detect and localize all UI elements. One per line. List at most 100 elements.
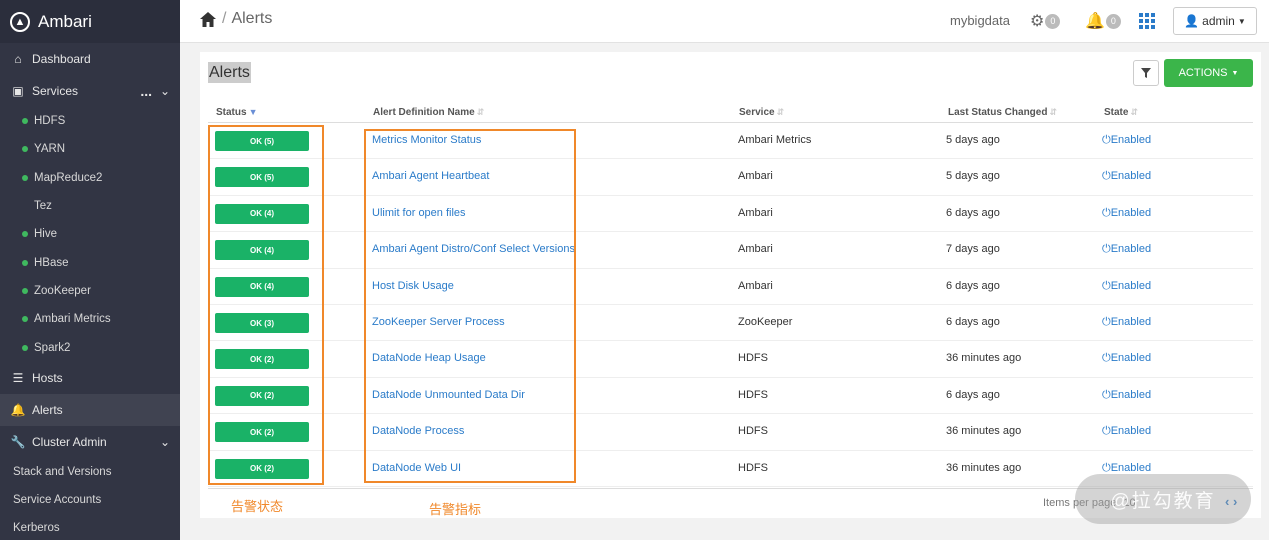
service-cell: Ambari Metrics bbox=[738, 134, 812, 146]
sidebar-item-stack-versions[interactable]: Stack and Versions bbox=[0, 458, 180, 486]
power-icon: ⏻ bbox=[1102, 279, 1111, 292]
column-header-changed[interactable]: Last Status Changed ⇵ bbox=[948, 107, 1057, 118]
service-cell: HDFS bbox=[738, 388, 768, 401]
power-icon: ⏻ bbox=[1102, 352, 1111, 365]
more-icon[interactable]: ... bbox=[140, 83, 152, 99]
status-dot-icon bbox=[22, 259, 28, 266]
state-toggle[interactable]: ⏻Enabled bbox=[1102, 389, 1151, 402]
sidebar-item-alerts[interactable]: 🔔 Alerts bbox=[0, 393, 180, 426]
filter-button[interactable] bbox=[1133, 60, 1159, 86]
server-icon: ☰ bbox=[12, 370, 24, 385]
column-header-state[interactable]: State ⇵ bbox=[1104, 107, 1138, 118]
sidebar-service-label: HDFS bbox=[34, 115, 66, 128]
state-toggle[interactable]: ⏻Enabled bbox=[1102, 425, 1151, 438]
alerts-count-badge: 0 bbox=[1105, 14, 1121, 30]
sidebar-service-mapreduce2[interactable]: MapReduce2 bbox=[0, 164, 180, 192]
service-cell: HDFS bbox=[738, 352, 768, 365]
sidebar-service-label: Spark2 bbox=[34, 341, 71, 354]
sidebar-item-kerberos[interactable]: Kerberos bbox=[0, 514, 180, 540]
last-changed-cell: 6 days ago bbox=[946, 316, 1000, 328]
panel-title: Alerts bbox=[208, 62, 251, 83]
actions-button[interactable]: ACTIONS ▼ bbox=[1164, 59, 1253, 87]
brand[interactable]: ▲ Ambari bbox=[0, 0, 180, 43]
state-toggle[interactable]: ⏻Enabled bbox=[1102, 243, 1151, 256]
column-header-label: Service bbox=[739, 107, 775, 118]
breadcrumb: / Alerts bbox=[200, 10, 272, 28]
briefcase-icon: ▣ bbox=[12, 84, 24, 98]
chevron-down-icon[interactable]: ⌄ bbox=[160, 435, 170, 449]
status-dot-icon bbox=[22, 146, 28, 153]
home-icon[interactable] bbox=[200, 11, 216, 27]
apps-grid-icon[interactable] bbox=[1139, 13, 1155, 29]
bell-icon: 🔔 bbox=[1085, 13, 1105, 30]
last-changed-cell: 5 days ago bbox=[946, 170, 1000, 183]
last-changed-cell: 7 days ago bbox=[946, 243, 1000, 256]
cluster-name: mybigdata bbox=[950, 13, 1010, 28]
state-toggle[interactable]: ⏻Enabled bbox=[1102, 280, 1151, 293]
last-changed-cell: 36 minutes ago bbox=[946, 461, 1022, 474]
user-name: admin bbox=[1202, 14, 1235, 28]
chevron-down-icon[interactable]: ⌄ bbox=[160, 84, 170, 98]
last-changed-cell: 6 days ago bbox=[946, 388, 1000, 401]
state-toggle[interactable]: ⏻Enabled bbox=[1102, 462, 1151, 475]
status-annotation-box bbox=[208, 125, 324, 485]
sidebar-item-services[interactable]: ▣ Services ... ⌄ bbox=[0, 75, 180, 107]
sidebar-service-yarn[interactable]: YARN bbox=[0, 135, 180, 163]
sidebar-item-label: Kerberos bbox=[13, 521, 60, 534]
status-dot-icon bbox=[22, 118, 28, 125]
topbar: / Alerts mybigdata ⚙ 0 🔔 0 👤 admin ▼ bbox=[180, 0, 1269, 43]
sidebar-service-hive[interactable]: Hive bbox=[0, 220, 180, 248]
service-cell: Ambari bbox=[738, 170, 773, 183]
sidebar-service-tez[interactable]: Tez bbox=[0, 192, 180, 220]
gear-icon: ⚙ bbox=[1030, 13, 1045, 30]
caret-down-icon: ▼ bbox=[1231, 69, 1239, 77]
sort-icon: ⇵ bbox=[476, 107, 485, 117]
sidebar-service-ambari-metrics[interactable]: Ambari Metrics bbox=[0, 305, 180, 333]
state-label: Enabled bbox=[1110, 243, 1152, 256]
sort-icon: ⇵ bbox=[776, 107, 785, 117]
sidebar-service-label: HBase bbox=[34, 256, 69, 269]
state-toggle[interactable]: ⏻Enabled bbox=[1102, 170, 1151, 183]
column-header-service[interactable]: Service ⇵ bbox=[739, 107, 784, 118]
definition-annotation-label: 告警指标 bbox=[429, 502, 482, 517]
sidebar-item-cluster-admin[interactable]: 🔧 Cluster Admin ⌄ bbox=[0, 426, 180, 458]
state-label: Enabled bbox=[1110, 352, 1152, 365]
status-dot-icon bbox=[22, 231, 28, 238]
ops-count-badge: 0 bbox=[1045, 14, 1061, 30]
state-toggle[interactable]: ⏻Enabled bbox=[1102, 207, 1151, 220]
sidebar-item-dashboard[interactable]: ⌂ Dashboard bbox=[0, 43, 180, 75]
sidebar-item-label: Service Accounts bbox=[13, 493, 102, 506]
status-annotation-label: 告警状态 bbox=[231, 499, 284, 514]
user-menu-button[interactable]: 👤 admin ▼ bbox=[1173, 7, 1257, 35]
sort-desc-icon: ▼ bbox=[248, 107, 258, 117]
sidebar-service-label: Ambari Metrics bbox=[34, 313, 111, 326]
sidebar-item-service-accounts[interactable]: Service Accounts bbox=[0, 486, 180, 514]
state-toggle[interactable]: ⏻Enabled bbox=[1102, 134, 1151, 147]
status-dot-icon bbox=[22, 287, 28, 294]
sidebar-service-hdfs[interactable]: HDFS bbox=[0, 107, 180, 135]
power-icon: ⏻ bbox=[1102, 243, 1111, 256]
last-changed-cell: 6 days ago bbox=[946, 206, 1000, 219]
page-title: Alerts bbox=[231, 10, 273, 27]
breadcrumb-separator: / bbox=[222, 10, 227, 27]
sidebar-service-hbase[interactable]: HBase bbox=[0, 248, 180, 276]
status-dot-icon bbox=[22, 174, 28, 181]
sidebar: ▲ Ambari ⌂ Dashboard ▣ Services ... ⌄ HD… bbox=[0, 0, 180, 540]
alerts-button[interactable]: 🔔 0 bbox=[1085, 11, 1121, 31]
sidebar-item-hosts[interactable]: ☰ Hosts bbox=[0, 362, 180, 394]
last-changed-cell: 5 days ago bbox=[946, 134, 1000, 146]
state-toggle[interactable]: ⏻Enabled bbox=[1102, 316, 1151, 329]
state-label: Enabled bbox=[1110, 134, 1152, 146]
sidebar-service-zookeeper[interactable]: ZooKeeper bbox=[0, 277, 180, 305]
state-label: Enabled bbox=[1110, 206, 1152, 219]
column-header-definition[interactable]: Alert Definition Name ⇵ bbox=[373, 107, 484, 118]
state-toggle[interactable]: ⏻Enabled bbox=[1102, 352, 1151, 365]
service-cell: Ambari bbox=[738, 279, 773, 292]
service-list: HDFS YARN MapReduce2 Tez Hive HBase ZooKeeper A… bbox=[0, 107, 180, 362]
column-header-status[interactable]: Status ▼ bbox=[216, 107, 257, 118]
sidebar-service-label: Tez bbox=[34, 200, 52, 213]
power-icon: ⏻ bbox=[1102, 461, 1111, 474]
column-header-label: Last Status Changed bbox=[948, 107, 1048, 118]
sidebar-service-spark2[interactable]: Spark2 bbox=[0, 333, 180, 361]
background-ops-button[interactable]: ⚙ 0 bbox=[1030, 11, 1061, 31]
